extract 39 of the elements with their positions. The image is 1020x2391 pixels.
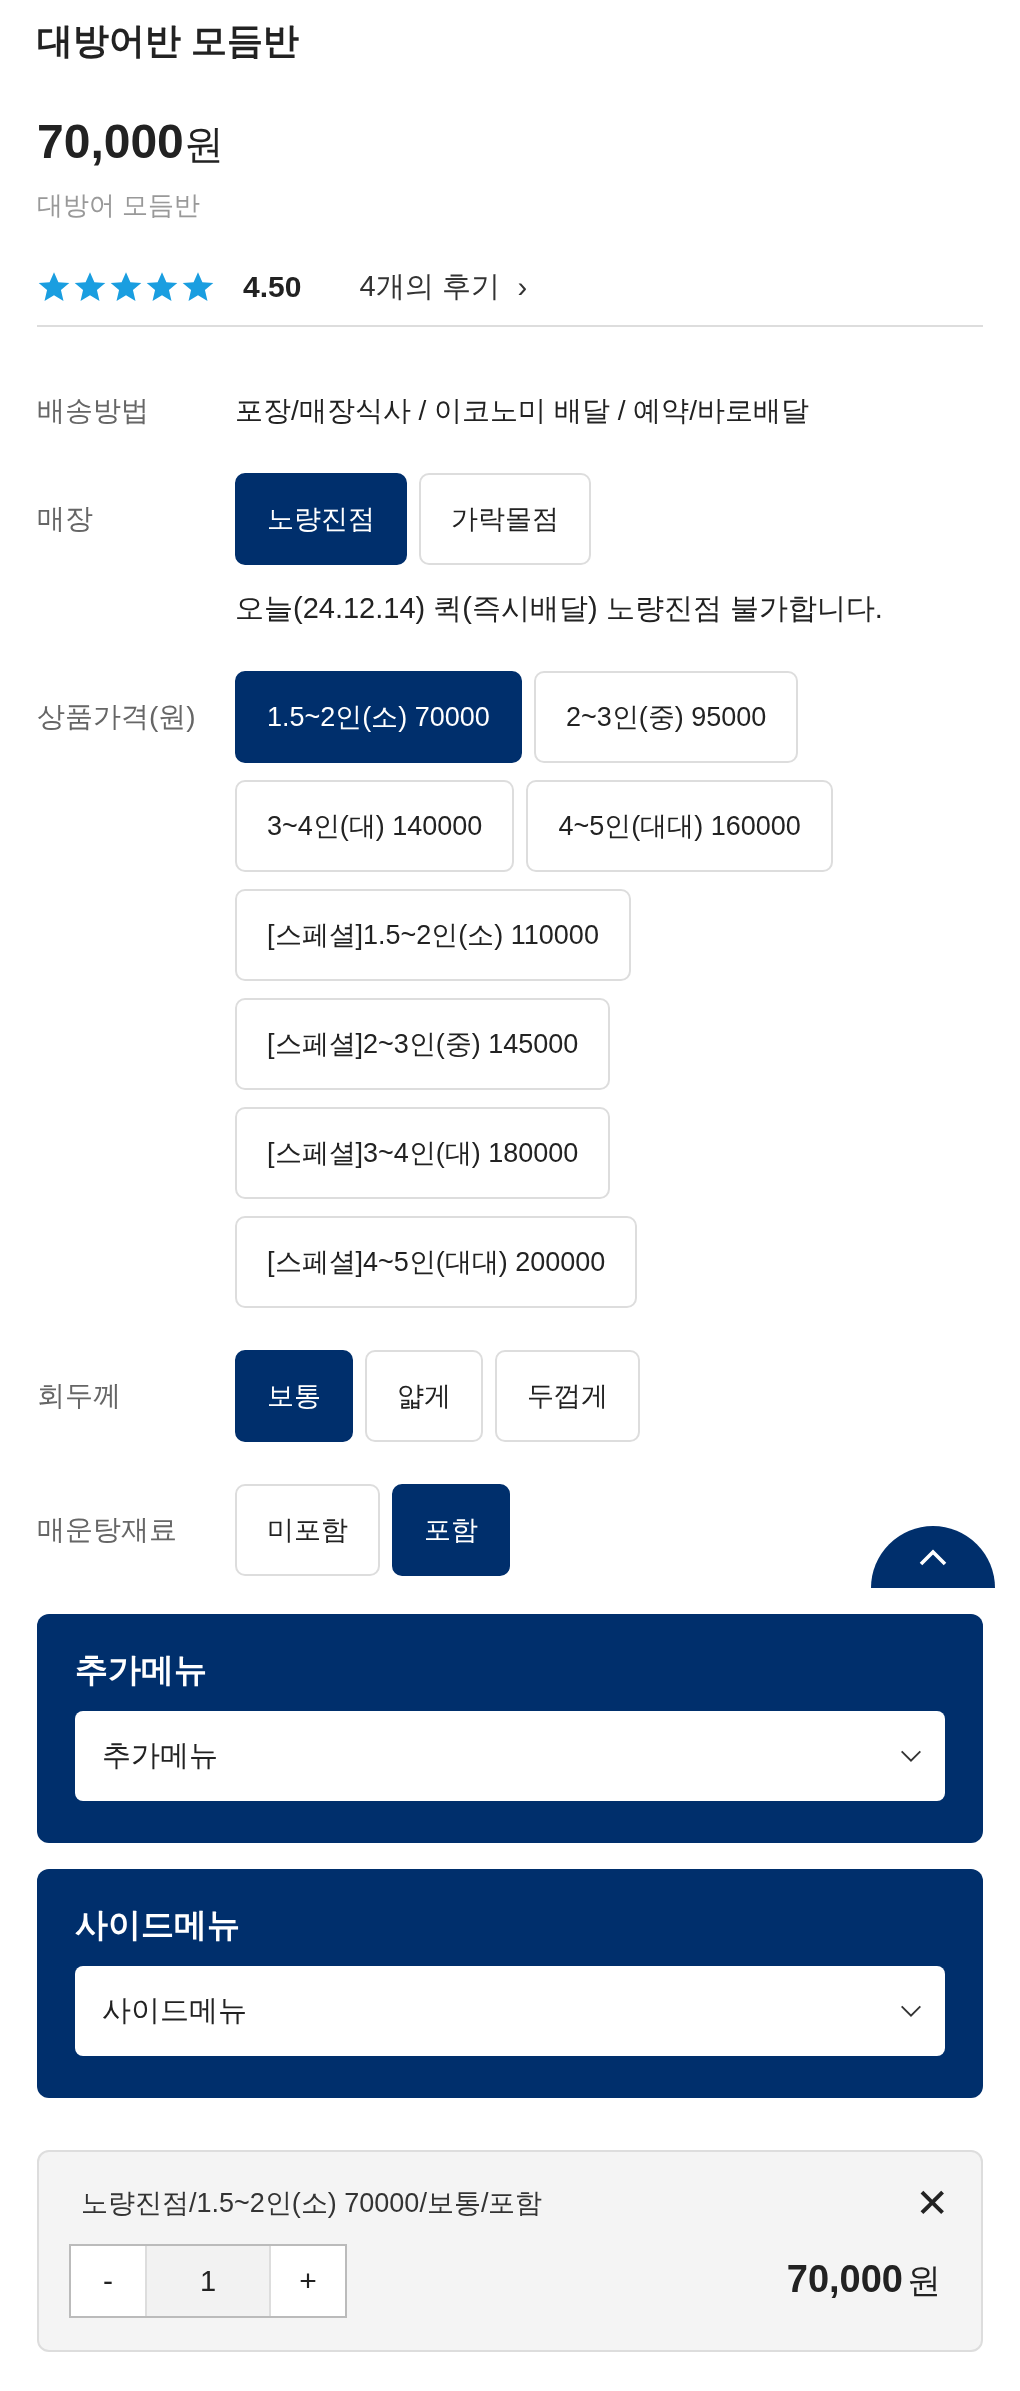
option-button[interactable]: 노량진점 (235, 473, 407, 565)
menu-select[interactable]: 사이드메뉴 (75, 1966, 945, 2056)
quantity-field[interactable]: 1 (145, 2246, 271, 2316)
product-subtitle: 대방어 모듬반 (37, 189, 202, 222)
option-button[interactable]: 보통 (235, 1350, 353, 1442)
option-button[interactable]: [스페셜]3~4인(대) 180000 (235, 1107, 611, 1199)
menu-select[interactable]: 추가메뉴 (75, 1711, 945, 1801)
rating-score: 4.50 (243, 270, 302, 304)
cart-item-description: 노량진점/1.5~2인(소) 70000/보통/포함 (81, 2187, 543, 2220)
close-button[interactable]: ✕ (915, 2180, 949, 2226)
option-button[interactable]: 3~4인(대) 140000 (235, 780, 515, 872)
item-total: 70,000 (786, 2258, 903, 2301)
option-button[interactable]: [스페셜]1.5~2인(소) 110000 (235, 889, 631, 981)
delivery-methods: 포장/매장식사 / 이코노미 배달 / 예약/바로배달 (235, 394, 809, 428)
option-button[interactable]: 두껍게 (495, 1350, 640, 1442)
increment-button[interactable]: + (271, 2246, 345, 2316)
field-label: 매운탕재료 (37, 1513, 178, 1547)
option-button[interactable]: 포함 (392, 1484, 510, 1576)
option-button[interactable]: [스페셜]2~3인(중) 145000 (235, 998, 611, 1090)
option-button[interactable]: 2~3인(중) 95000 (533, 671, 799, 763)
option-button[interactable]: 4~5인(대대) 160000 (526, 780, 833, 872)
option-button[interactable]: 가락몰점 (419, 473, 591, 565)
store-notice: 오늘(24.12.14) 퀵(즉시배달) 노량진점 불가합니다. (235, 591, 884, 626)
price: 70,000 (37, 114, 184, 169)
product-title: 대방어반 모듬반 (37, 19, 300, 63)
field-label: 매장 (37, 502, 94, 536)
currency-unit: 원 (183, 121, 224, 168)
option-button[interactable]: 1.5~2인(소) 70000 (235, 671, 522, 763)
field-label: 회두께 (37, 1379, 122, 1413)
menu-title: 사이드메뉴 (75, 1905, 241, 1945)
field-label: 상품가격(원) (37, 700, 197, 734)
currency-unit: 원 (907, 2260, 941, 2301)
menu-title: 추가메뉴 (75, 1650, 208, 1690)
option-button[interactable]: 얇게 (365, 1350, 483, 1442)
option-button[interactable]: 미포함 (235, 1484, 380, 1576)
option-button[interactable]: [스페셜]4~5인(대대) 200000 (235, 1216, 638, 1308)
field-label: 배송방법 (37, 394, 150, 428)
decrement-button[interactable]: - (71, 2246, 145, 2316)
reviews-link[interactable]: 4개의 후기 › (359, 267, 528, 307)
